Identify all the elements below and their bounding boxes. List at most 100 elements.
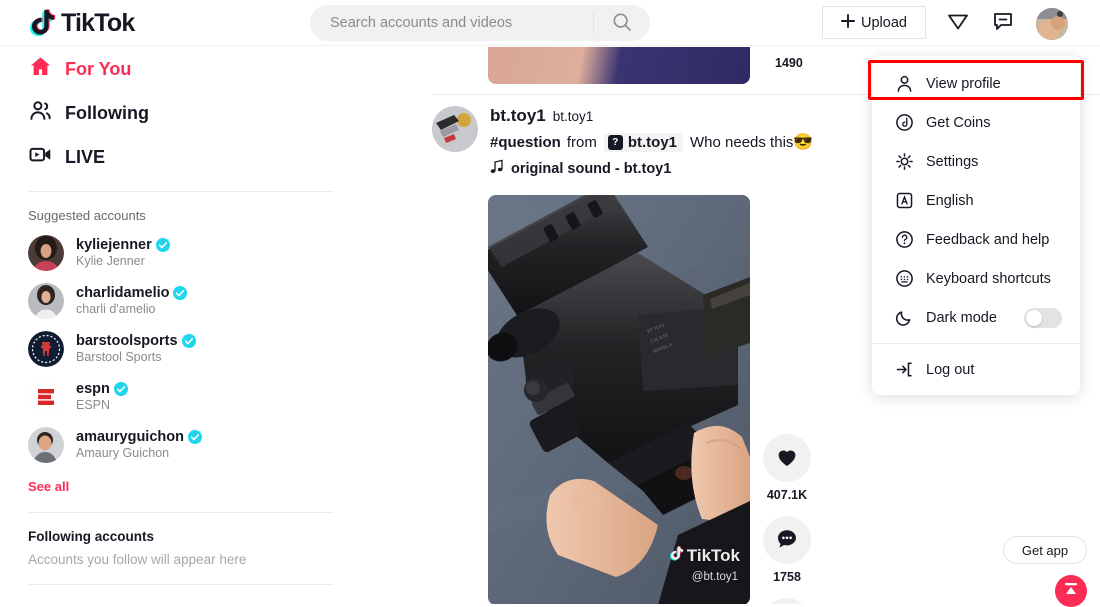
question-badge-icon: ? [607,134,623,150]
upload-label: Upload [861,14,907,31]
logout-icon [894,360,914,380]
coin-icon [894,113,914,133]
dark-mode-toggle[interactable] [1024,308,1062,328]
avatar [28,427,64,463]
verified-badge-icon [155,238,170,253]
suggested-account-item[interactable]: espn ESPN [0,373,356,421]
upload-button[interactable]: Upload [822,6,926,39]
caption-hashtag[interactable]: #question [490,134,561,151]
get-app-button[interactable]: Get app [1003,536,1087,564]
watermark-handle: @bt.toy1 [691,571,738,583]
language-icon [894,191,914,211]
comment-button[interactable] [763,516,811,564]
verified-badge-icon [113,382,128,397]
people-icon [28,98,53,128]
avatar [1036,8,1068,40]
account-username: amauryguichon [76,428,184,445]
avatar [28,379,64,415]
see-all-link[interactable]: See all [0,469,356,494]
following-accounts-empty: Accounts you follow will appear here [28,552,247,567]
post-author-row: bt.toy1 bt.toy1 [490,106,813,126]
menu-label-get-coins: Get Coins [926,114,991,131]
menu-label-log-out: Log out [926,361,975,378]
like-count: 407.1K [766,488,808,502]
menu-item-settings[interactable]: Settings [872,142,1080,181]
verified-badge-icon [173,286,188,301]
caption-emoji: 😎 [793,134,814,151]
like-button[interactable] [763,434,811,482]
keyboard-icon [894,269,914,289]
account-username: kyliejenner [76,236,152,253]
sidebar-divider-3 [28,584,333,585]
account-username: charlidamelio [76,284,170,301]
menu-item-get-coins[interactable]: Get Coins [872,103,1080,142]
scroll-to-top-icon [1062,580,1080,603]
message-icon [992,10,1014,37]
heart-icon [775,445,799,472]
caption-from-word: from [566,133,597,151]
post-caption: #question from ? bt.toy1 Who needs this … [490,132,813,152]
suggested-account-item[interactable]: charlidamelio charli d'amelio [0,277,356,325]
home-icon [28,54,53,84]
tiktok-logo[interactable]: TikTok [28,8,135,38]
sidebar-label-live: LIVE [65,146,106,167]
menu-label-feedback-help: Feedback and help [926,231,1050,248]
account-text: espn ESPN [76,381,128,414]
caption-mention-name: bt.toy1 [627,133,678,151]
menu-label-keyboard-shortcuts: Keyboard shortcuts [926,270,1051,287]
caption-rest-text: Who needs this [690,133,794,151]
account-text: charlidamelio charli d'amelio [76,284,188,318]
share-button[interactable] [763,598,811,604]
suggested-account-item[interactable]: barstoolsports Barstool Sports [0,325,356,373]
menu-item-feedback-help[interactable]: Feedback and help [872,220,1080,259]
post-music[interactable]: original sound - bt.toy1 [490,159,813,178]
previous-video-thumbnail[interactable] [488,47,750,84]
account-text: barstoolsports Barstool Sports [76,333,196,366]
post-music-label: original sound - bt.toy1 [511,160,672,177]
account-name-row: kyliejenner [76,237,170,255]
comment-count: 1758 [773,570,801,584]
tiktok-note-icon [28,8,56,38]
avatar [28,331,64,367]
verified-badge-icon [181,334,196,349]
moon-icon [894,308,914,328]
comment-icon [775,527,799,554]
menu-item-log-out[interactable]: Log out [872,350,1080,389]
menu-item-dark-mode[interactable]: Dark mode [872,298,1080,337]
post-author-username[interactable]: bt.toy1 [490,106,546,126]
caption-question-mention[interactable]: ? bt.toy1 [603,132,684,152]
inbox-button[interactable] [943,8,973,38]
menu-item-language[interactable]: English [872,181,1080,220]
person-icon [894,74,914,94]
suggested-account-item[interactable]: amauryguichon Amaury Guichon [0,421,356,469]
live-video-icon [28,142,53,172]
profile-dropdown-menu: View profile Get Coins Settings English … [868,56,1084,395]
post-meta: bt.toy1 bt.toy1 #question from ? bt.toy1… [490,106,813,178]
sidebar-item-for-you[interactable]: For You [0,47,356,91]
scroll-to-top-button[interactable] [1055,575,1087,607]
suggested-accounts-title: Suggested accounts [28,208,146,223]
menu-label-language: English [926,192,974,209]
messages-button[interactable] [988,8,1018,38]
sidebar-item-live[interactable]: LIVE [0,135,356,179]
left-sidebar: For You Following LIVE Suggested account… [0,47,356,604]
account-display-name: Barstool Sports [76,350,162,365]
search-button[interactable] [594,5,650,41]
account-text: kyliejenner Kylie Jenner [76,237,170,270]
menu-item-keyboard-shortcuts[interactable]: Keyboard shortcuts [872,259,1080,298]
post-header: bt.toy1 bt.toy1 #question from ? bt.toy1… [432,106,813,178]
search-bar[interactable] [310,5,650,41]
search-icon [612,12,632,35]
search-input[interactable] [310,15,593,31]
avatar [28,283,64,319]
sidebar-item-following[interactable]: Following [0,91,356,135]
video-player[interactable]: BT TOY1 CAL 5.56 MODEL X TikTok @bt.toy1 [488,195,750,604]
previous-post-count: 1490 [775,56,803,70]
music-note-icon [490,159,504,178]
post-author-avatar[interactable] [432,106,478,152]
top-header: TikTok Upload [0,0,1100,46]
profile-avatar-button[interactable] [1036,8,1068,40]
video-frame: BT TOY1 CAL 5.56 MODEL X [488,195,750,604]
suggested-account-item[interactable]: kyliejenner Kylie Jenner [0,229,356,277]
menu-item-view-profile[interactable]: View profile [868,60,1084,103]
